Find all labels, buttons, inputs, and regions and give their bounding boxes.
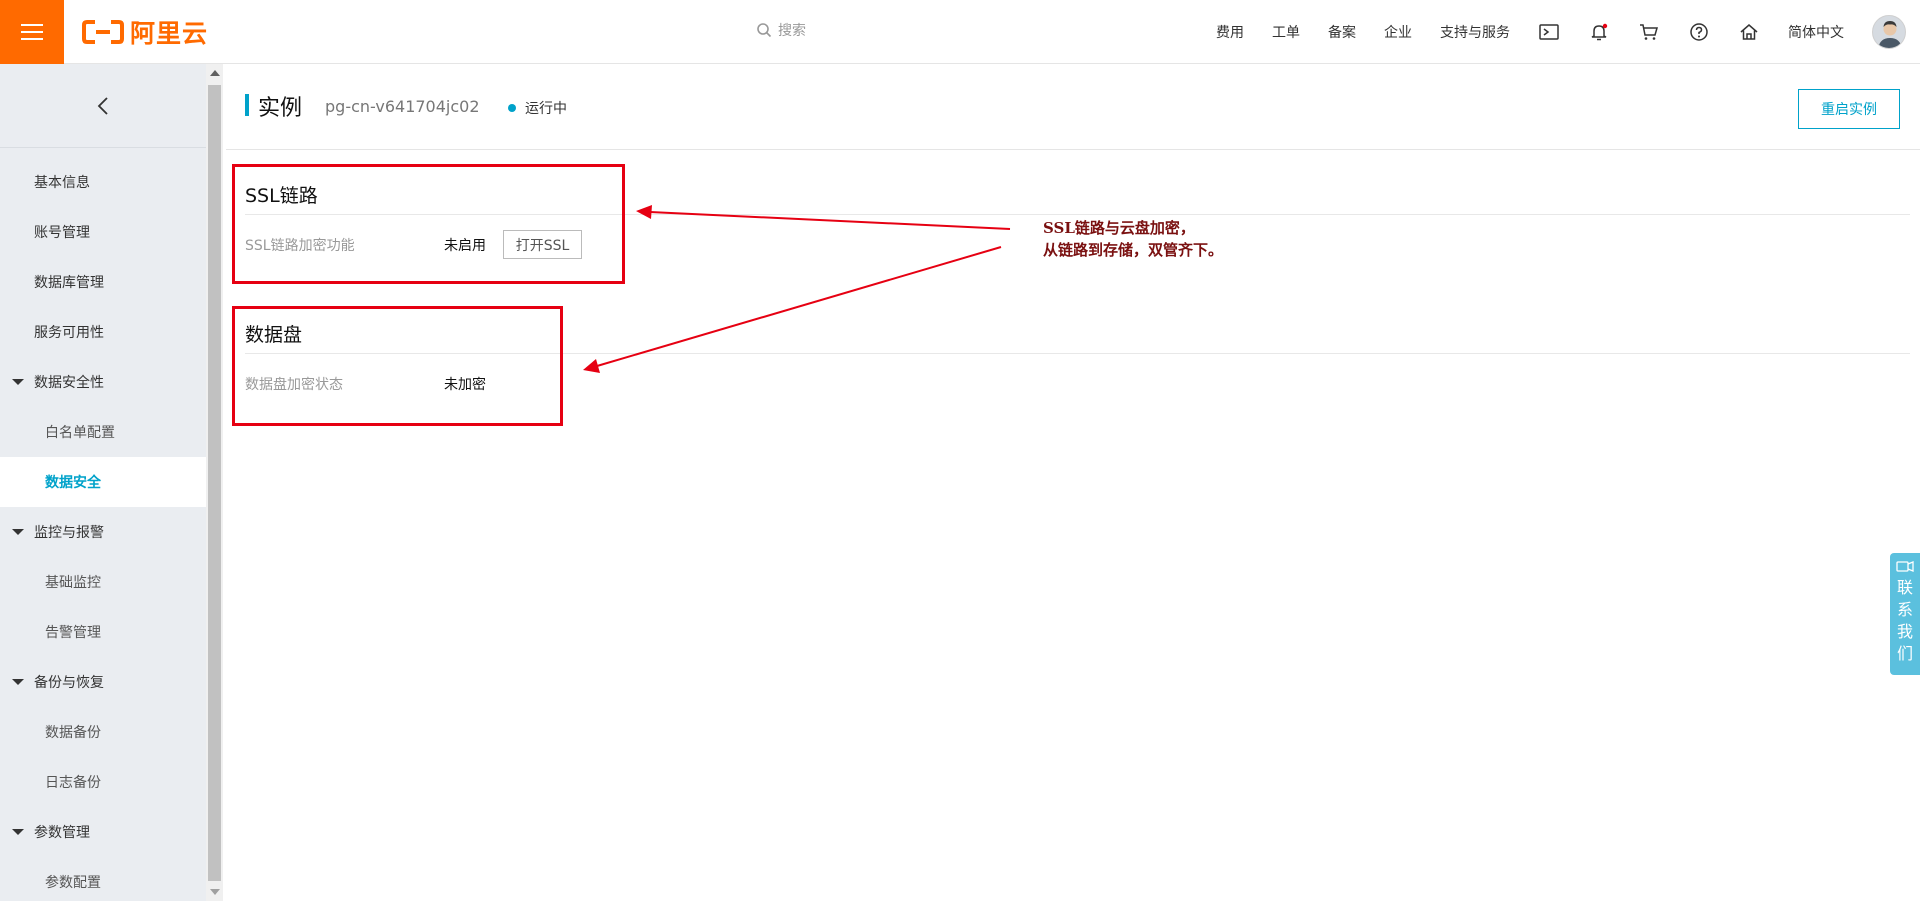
caret-down-icon bbox=[12, 679, 24, 685]
annotation-note: SSL链路与云盘加密， 从链路到存储，双管齐下。 bbox=[1043, 217, 1223, 261]
sidebar-item-basic-monitoring[interactable]: 基础监控 bbox=[0, 557, 206, 607]
logo-text: 阿里云 bbox=[130, 19, 209, 48]
sidebar-group-params[interactable]: 参数管理 bbox=[0, 807, 206, 857]
sidebar-item-label: 白名单配置 bbox=[45, 425, 115, 441]
nav-tickets[interactable]: 工单 bbox=[1272, 22, 1300, 42]
sidebar-item-label: 告警管理 bbox=[45, 625, 101, 641]
title-accent-bar bbox=[245, 94, 249, 116]
caret-down-icon bbox=[12, 529, 24, 535]
status-text: 运行中 bbox=[525, 101, 567, 117]
scroll-down-icon[interactable] bbox=[210, 889, 220, 895]
page-header: 实例 pg-cn-v641704jc02 运行中 重启实例 bbox=[226, 64, 1920, 150]
sidebar-item-label: 基础监控 bbox=[45, 575, 101, 591]
search-icon bbox=[757, 23, 772, 38]
contact-us-label: 联系我们 bbox=[1896, 578, 1913, 663]
sidebar-item-data-security[interactable]: 数据安全 bbox=[0, 457, 206, 507]
sidebar-item-param-config[interactable]: 参数配置 bbox=[0, 857, 206, 907]
sidebar-group-label: 监控与报警 bbox=[34, 525, 104, 541]
chevron-left-icon bbox=[97, 96, 108, 115]
bell-icon[interactable] bbox=[1588, 21, 1610, 43]
cart-icon[interactable] bbox=[1638, 21, 1660, 43]
menu-icon bbox=[21, 24, 43, 40]
chat-icon bbox=[1896, 561, 1914, 572]
aliyun-logo[interactable]: 阿里云 bbox=[82, 16, 208, 48]
user-avatar[interactable] bbox=[1872, 15, 1906, 49]
nav-enterprise[interactable]: 企业 bbox=[1384, 22, 1412, 42]
sidebar-back-button[interactable] bbox=[0, 64, 206, 148]
sidebar-item-account-mgmt[interactable]: 账号管理 bbox=[0, 207, 206, 257]
restart-instance-button[interactable]: 重启实例 bbox=[1798, 89, 1900, 129]
hamburger-menu-button[interactable] bbox=[0, 0, 64, 64]
sidebar: 基本信息 账号管理 数据库管理 服务可用性 数据安全性 白名单配置 数据安全 监… bbox=[0, 64, 206, 901]
sidebar-item-alert-mgmt[interactable]: 告警管理 bbox=[0, 607, 206, 657]
scroll-up-icon[interactable] bbox=[210, 70, 220, 76]
sidebar-item-label: 参数配置 bbox=[45, 875, 101, 891]
sidebar-item-label: 服务可用性 bbox=[34, 325, 104, 341]
home-icon[interactable] bbox=[1738, 21, 1760, 43]
sidebar-item-availability[interactable]: 服务可用性 bbox=[0, 307, 206, 357]
sidebar-scrollbar[interactable] bbox=[206, 64, 223, 901]
sidebar-group-monitoring[interactable]: 监控与报警 bbox=[0, 507, 206, 557]
sidebar-item-label: 账号管理 bbox=[34, 225, 90, 241]
status-dot-icon bbox=[508, 104, 516, 112]
instance-id: pg-cn-v641704jc02 bbox=[325, 97, 480, 116]
sidebar-item-basic-info[interactable]: 基本信息 bbox=[0, 157, 206, 207]
sidebar-group-label: 数据安全性 bbox=[34, 375, 104, 391]
sidebar-item-database-mgmt[interactable]: 数据库管理 bbox=[0, 257, 206, 307]
sidebar-group-label: 参数管理 bbox=[34, 825, 90, 841]
terminal-icon[interactable] bbox=[1538, 21, 1560, 43]
sidebar-menu: 基本信息 账号管理 数据库管理 服务可用性 数据安全性 白名单配置 数据安全 监… bbox=[0, 148, 206, 907]
language-switcher[interactable]: 简体中文 bbox=[1788, 22, 1844, 42]
search-placeholder: 搜索 bbox=[778, 23, 806, 39]
caret-down-icon bbox=[12, 379, 24, 385]
caret-down-icon bbox=[12, 829, 24, 835]
sidebar-item-label: 日志备份 bbox=[45, 775, 101, 791]
sidebar-item-label: 数据备份 bbox=[45, 725, 101, 741]
disk-highlight-box bbox=[232, 306, 563, 426]
sidebar-item-label: 基本信息 bbox=[34, 175, 90, 191]
scrollbar-thumb[interactable] bbox=[208, 85, 221, 881]
sidebar-item-label: 数据库管理 bbox=[34, 275, 104, 291]
global-search[interactable]: 搜索 bbox=[756, 20, 806, 40]
sidebar-group-backup[interactable]: 备份与恢复 bbox=[0, 657, 206, 707]
annotation-line-2: 从链路到存储，双管齐下。 bbox=[1043, 241, 1224, 259]
ssl-highlight-box bbox=[232, 164, 625, 284]
contact-us-tab[interactable]: 联系我们 bbox=[1890, 553, 1920, 675]
sidebar-item-label: 数据安全 bbox=[45, 475, 101, 491]
sidebar-item-whitelist[interactable]: 白名单配置 bbox=[0, 407, 206, 457]
sidebar-item-log-backup[interactable]: 日志备份 bbox=[0, 757, 206, 807]
instance-status: 运行中 bbox=[508, 98, 567, 118]
sidebar-item-data-backup[interactable]: 数据备份 bbox=[0, 707, 206, 757]
sidebar-group-label: 备份与恢复 bbox=[34, 675, 104, 691]
nav-icp-filing[interactable]: 备案 bbox=[1328, 22, 1356, 42]
page-title: 实例 bbox=[258, 96, 303, 121]
nav-support[interactable]: 支持与服务 bbox=[1440, 22, 1510, 42]
sidebar-group-data-security[interactable]: 数据安全性 bbox=[0, 357, 206, 407]
top-navbar: 阿里云 搜索 费用 工单 备案 企业 支持与服务 简体中文 bbox=[0, 0, 1920, 64]
logo-mark-icon bbox=[82, 20, 124, 44]
nav-billing[interactable]: 费用 bbox=[1216, 22, 1244, 42]
annotation-line-1: SSL链路与云盘加密， bbox=[1043, 219, 1195, 237]
top-nav: 费用 工单 备案 企业 支持与服务 简体中文 bbox=[1188, 0, 1920, 64]
help-icon[interactable] bbox=[1688, 21, 1710, 43]
